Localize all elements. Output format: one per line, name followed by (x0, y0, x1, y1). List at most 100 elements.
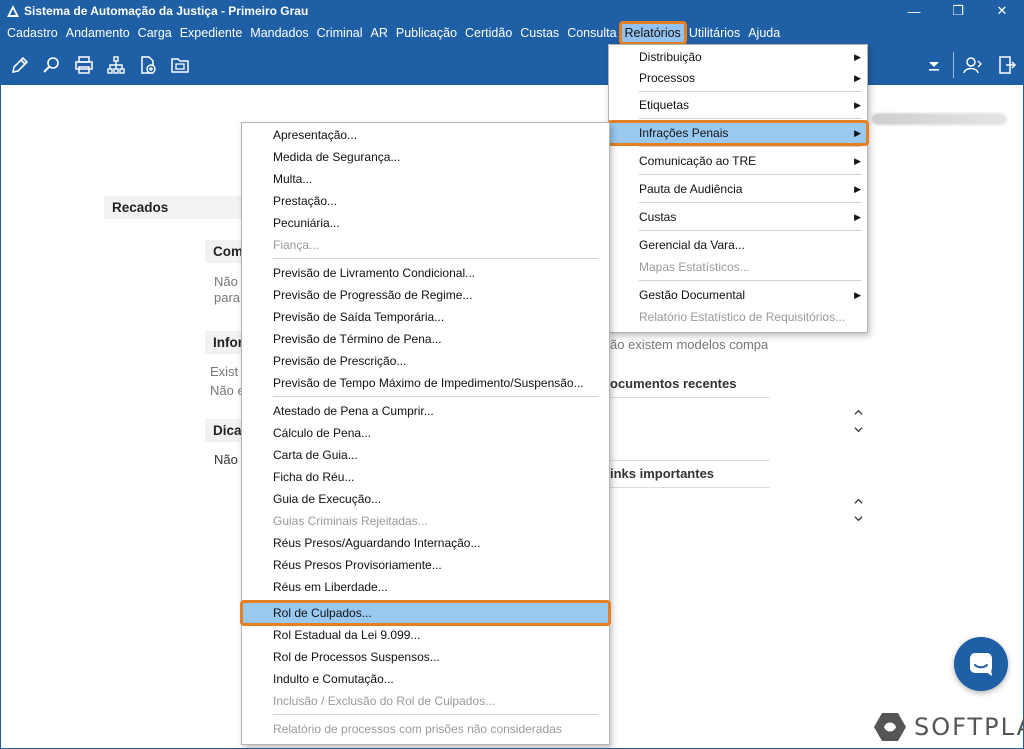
menu-item-reus-presos-provisoriamente[interactable]: Réus Presos Provisoriamente... (242, 554, 609, 576)
dicas-text: Não (214, 452, 238, 467)
menu-item-indulto-comutacao[interactable]: Indulto e Comutação... (242, 668, 609, 690)
title-bar: Sistema de Automação da Justiça - Primei… (0, 0, 1024, 22)
minimize-button[interactable]: — (892, 0, 936, 22)
menu-item-inclusao-exclusao-rol[interactable]: Inclusão / Exclusão do Rol de Culpados..… (242, 690, 609, 712)
comunicacoes-text-2: para (214, 290, 241, 305)
modelos-text: ão existem modelos compa (610, 337, 769, 352)
menu-item-rol-estadual[interactable]: Rol Estadual da Lei 9.099... (242, 624, 609, 646)
toolbar (0, 44, 1024, 85)
add-file-icon[interactable] (132, 51, 164, 79)
scroll-up-icon[interactable] (851, 494, 865, 508)
submenu-arrow-icon: ▶ (854, 290, 861, 300)
menu-criminal[interactable]: Criminal (313, 23, 367, 43)
menu-item-reus-presos-aguardando[interactable]: Réus Presos/Aguardando Internação... (242, 532, 609, 554)
print-icon[interactable] (68, 51, 100, 79)
submenu-arrow-icon: ▶ (854, 73, 861, 83)
menu-item-etiquetas[interactable]: Etiquetas ▶ (609, 94, 867, 116)
menu-divider (273, 396, 598, 397)
submenu-arrow-icon: ▶ (854, 52, 861, 62)
menu-item-mapas-estatisticos[interactable]: Mapas Estatísticos... (609, 256, 867, 278)
menu-item-distribuicao[interactable]: Distribuição ▶ (609, 46, 867, 68)
menu-item-processos[interactable]: Processos ▶ (609, 67, 867, 89)
menu-item-previsao-tempo-maximo[interactable]: Previsão de Tempo Máximo de Impedimento/… (242, 372, 609, 394)
submenu-arrow-icon: ▶ (854, 212, 861, 222)
scroll-up-icon[interactable] (851, 405, 865, 419)
links-divider (610, 487, 770, 488)
links-importantes-header: inks importantes (610, 466, 715, 481)
softplan-wordmark: SOFTPLAN (914, 713, 1024, 741)
menu-relatorios[interactable]: Relatórios (618, 21, 687, 45)
relatorios-dropdown: Distribuição ▶ Processos ▶ Etiquetas ▶ Infr… (607, 44, 869, 333)
menu-divider (639, 202, 861, 203)
menu-item-calculo-pena[interactable]: Cálculo de Pena... (242, 422, 609, 444)
menu-divider (639, 118, 861, 119)
menu-ajuda[interactable]: Ajuda (744, 23, 784, 43)
menu-cadastro[interactable]: Cadastro (3, 23, 62, 43)
folder-icon[interactable] (164, 51, 196, 79)
close-button[interactable]: ✕ (980, 0, 1024, 22)
recados-header: Recados (104, 196, 244, 219)
menu-item-relatorio-prisoes[interactable]: Relatório de processos com prisões não c… (242, 718, 609, 740)
menu-item-guias-rejeitadas[interactable]: Guias Criminais Rejeitadas... (242, 510, 609, 532)
menu-item-pauta-audiencia[interactable]: Pauta de Audiência ▶ (609, 178, 867, 200)
menu-item-carta-guia[interactable]: Carta de Guia... (242, 444, 609, 466)
menu-certidao[interactable]: Certidão (461, 23, 516, 43)
menu-item-apresentacao[interactable]: Apresentação... (242, 124, 609, 146)
menu-item-rol-culpados[interactable]: Rol de Culpados... (240, 600, 611, 626)
menu-carga[interactable]: Carga (134, 23, 176, 43)
chat-button[interactable] (954, 637, 1008, 691)
comunicacoes-header: Com (205, 240, 245, 263)
menu-item-reus-liberdade[interactable]: Réus em Liberdade... (242, 576, 609, 598)
menu-item-previsao-termino[interactable]: Previsão de Término de Pena... (242, 328, 609, 350)
menu-item-atestado-pena[interactable]: Atestado de Pena a Cumprir... (242, 400, 609, 422)
menu-divider (273, 258, 598, 259)
menu-item-fianca[interactable]: Fiança... (242, 234, 609, 256)
menu-item-comunicacao-tre[interactable]: Comunicação ao TRE ▶ (609, 150, 867, 172)
menu-item-medida-seguranca[interactable]: Medida de Segurança... (242, 146, 609, 168)
menu-consulta[interactable]: Consulta (563, 23, 620, 43)
menu-item-gestao-documental[interactable]: Gestão Documental ▶ (609, 284, 867, 306)
edit-icon[interactable] (4, 51, 36, 79)
menu-item-pecuniaria[interactable]: Pecuniária... (242, 212, 609, 234)
menu-mandados[interactable]: Mandados (246, 23, 312, 43)
menu-item-previsao-livramento[interactable]: Previsão de Livramento Condicional... (242, 262, 609, 284)
scroll-down-icon[interactable] (851, 422, 865, 436)
menu-item-custas[interactable]: Custas ▶ (609, 206, 867, 228)
menu-andamento[interactable]: Andamento (62, 23, 134, 43)
menu-item-relatorio-requisitorios[interactable]: Relatório Estatístico de Requisitórios..… (609, 306, 867, 328)
blurred-user-name (872, 113, 1007, 125)
links-divider-top (610, 460, 770, 461)
menu-divider (639, 146, 861, 147)
menu-expediente[interactable]: Expediente (176, 23, 247, 43)
app-logo-icon (6, 4, 20, 18)
menu-item-prestacao[interactable]: Prestação... (242, 190, 609, 212)
softplan-logo-icon (874, 713, 906, 741)
menu-publicacao[interactable]: Publicação (392, 23, 461, 43)
menu-item-infracoes-penais[interactable]: Infrações Penais ▶ (607, 120, 869, 146)
menu-item-previsao-prescricao[interactable]: Previsão de Prescrição... (242, 350, 609, 372)
dropdown-arrow-icon[interactable] (917, 51, 951, 79)
menu-item-previsao-progressao[interactable]: Previsão de Progressão de Regime... (242, 284, 609, 306)
menu-custas[interactable]: Custas (516, 23, 563, 43)
documentos-recentes-header: ocumentos recentes (610, 376, 737, 391)
switch-user-icon[interactable] (956, 51, 990, 79)
documentos-divider (610, 397, 770, 398)
menu-item-guia-execucao[interactable]: Guia de Execução... (242, 488, 609, 510)
search-document-icon[interactable] (36, 51, 68, 79)
menu-divider (639, 280, 861, 281)
exit-icon[interactable] (990, 51, 1024, 79)
restore-button[interactable]: ❐ (936, 0, 980, 22)
informacoes-text-2: Não e (210, 383, 245, 398)
menu-divider (639, 91, 861, 92)
menu-item-gerencial-vara[interactable]: Gerencial da Vara... (609, 234, 867, 256)
scroll-down-icon[interactable] (851, 511, 865, 525)
menu-ar[interactable]: AR (367, 23, 392, 43)
menu-item-previsao-saida[interactable]: Previsão de Saída Temporária... (242, 306, 609, 328)
menu-divider (273, 714, 598, 715)
submenu-arrow-icon: ▶ (854, 156, 861, 166)
menu-utilitarios[interactable]: Utilitários (685, 23, 744, 43)
hierarchy-icon[interactable] (100, 51, 132, 79)
menu-item-rol-suspensos[interactable]: Rol de Processos Suspensos... (242, 646, 609, 668)
menu-item-multa[interactable]: Multa... (242, 168, 609, 190)
menu-item-ficha-reu[interactable]: Ficha do Réu... (242, 466, 609, 488)
